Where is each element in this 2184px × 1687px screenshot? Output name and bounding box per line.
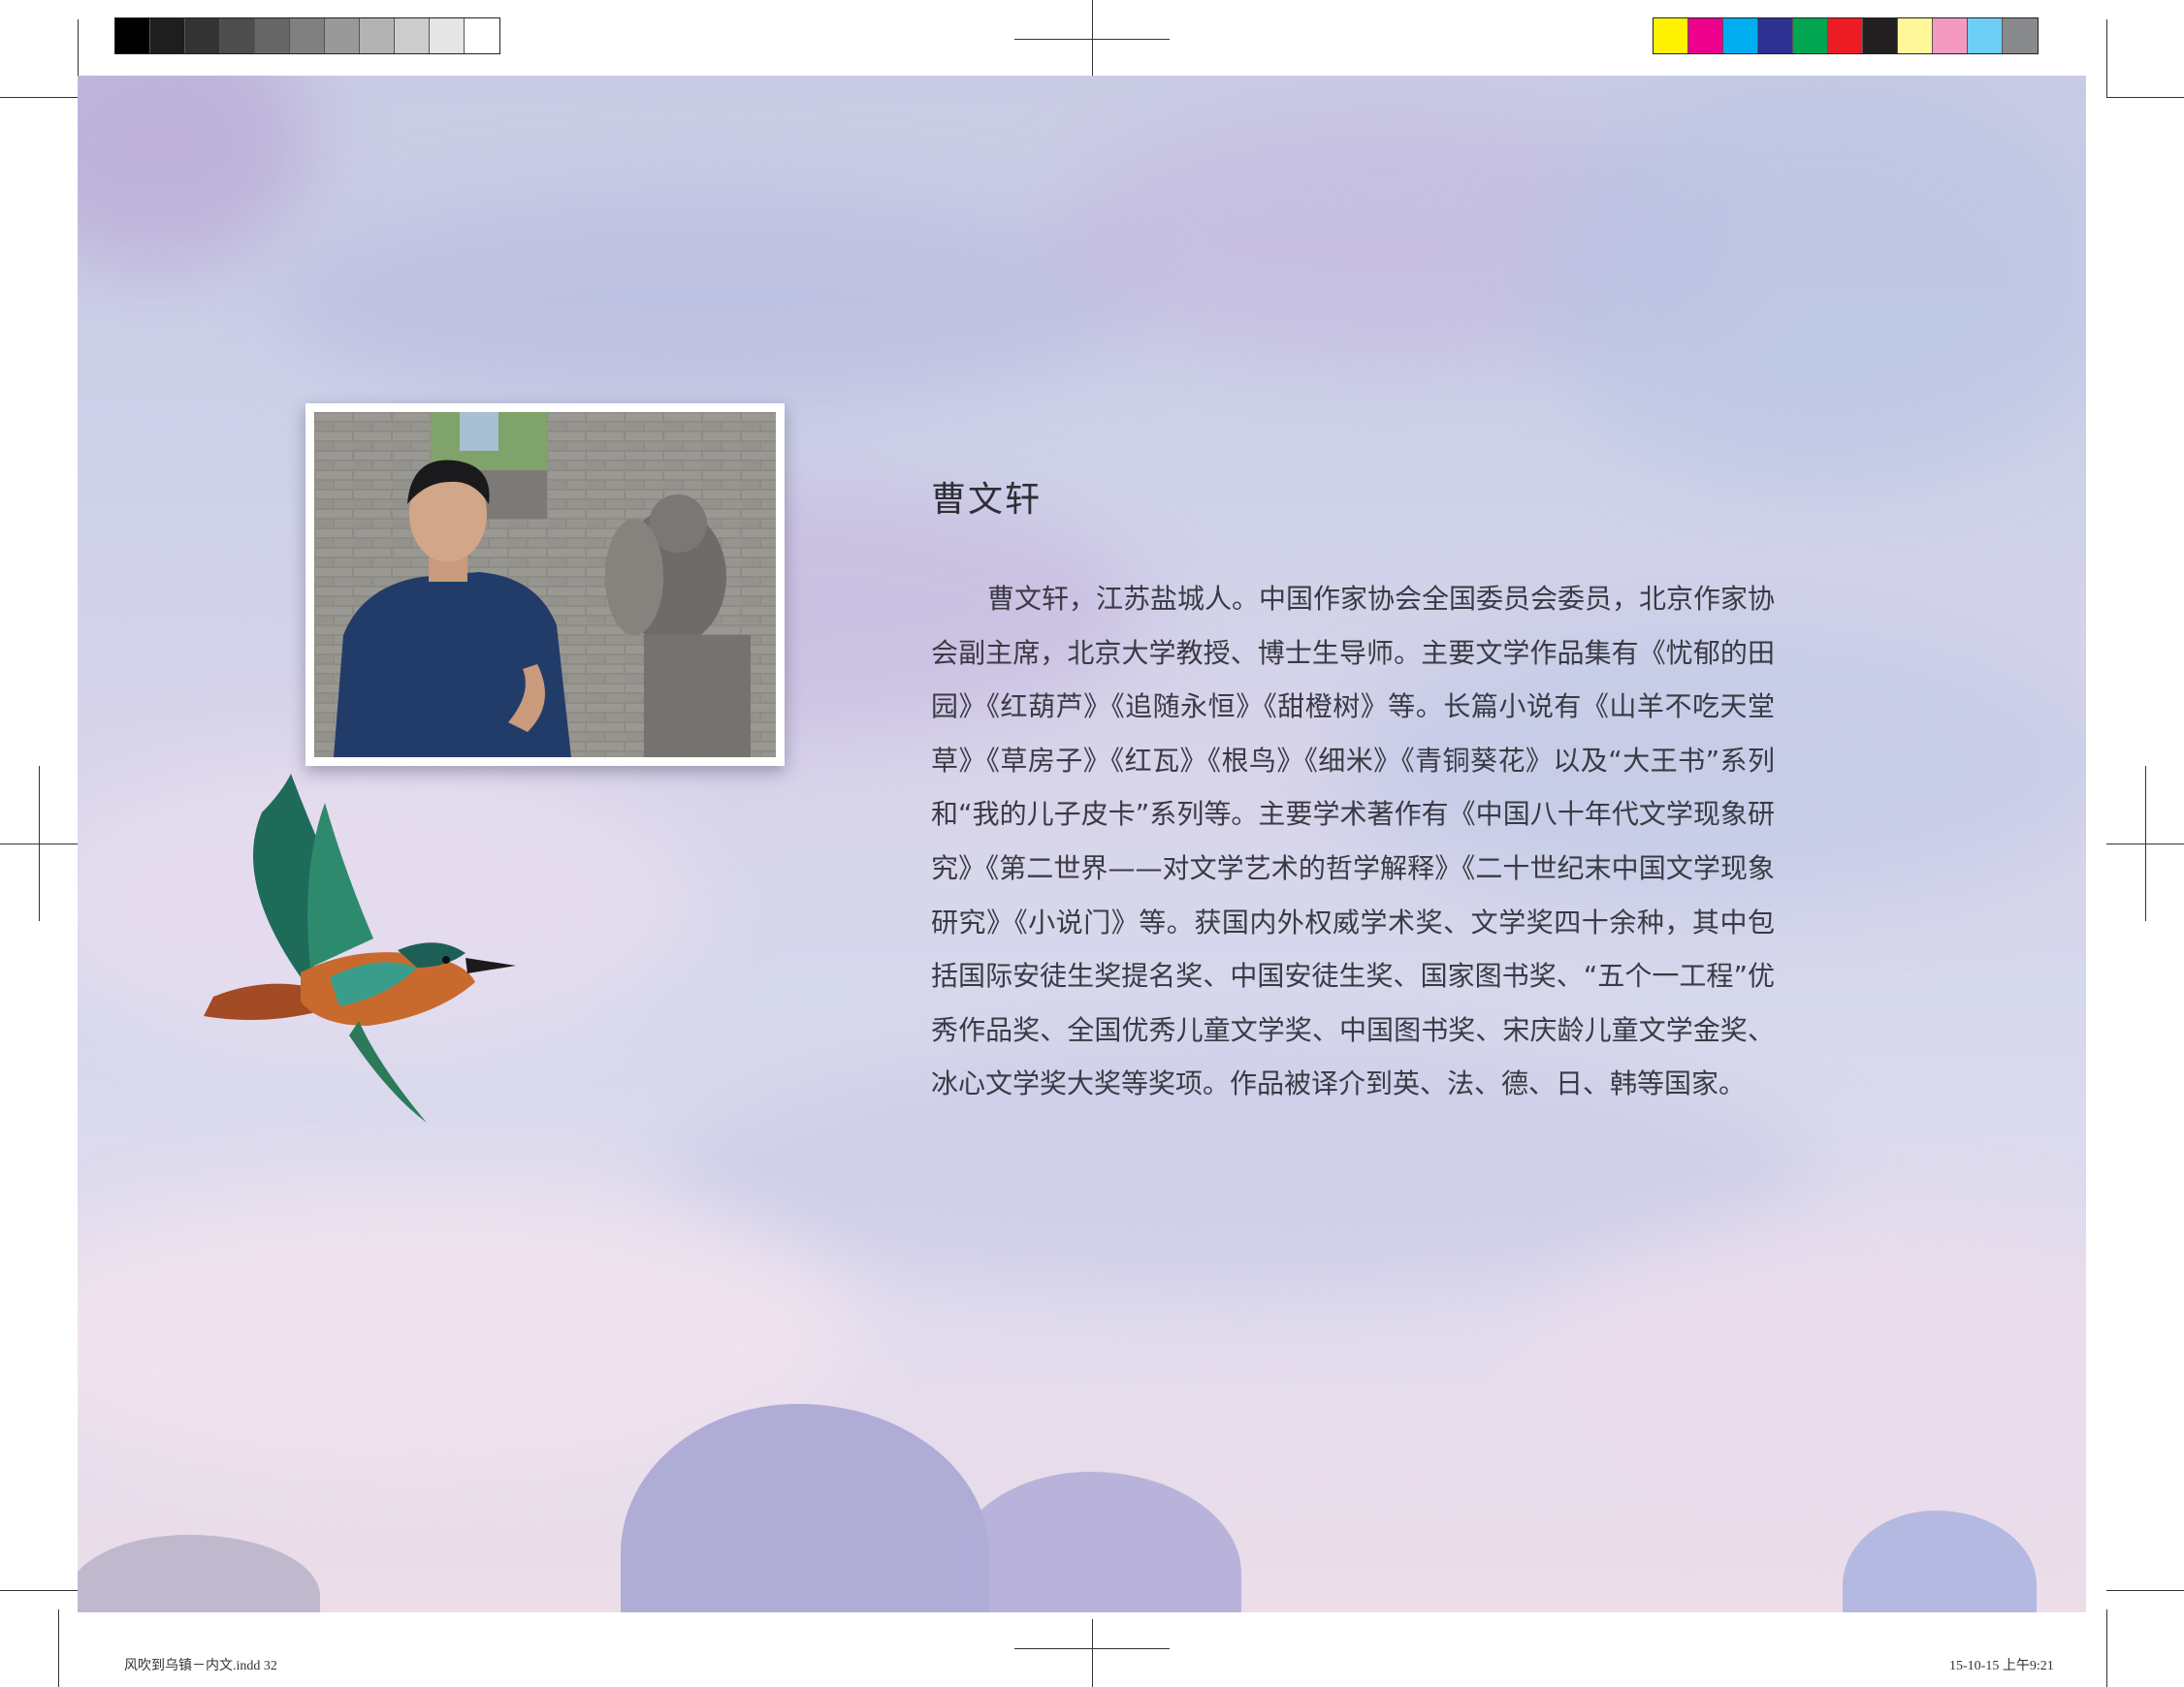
author-bio-paragraph: 曹文轩，江苏盐城人。中国作家协会全国委员会委员，北京作家协会副主席，北京大学教授… <box>931 583 1776 1100</box>
color-swatch <box>1898 18 1933 53</box>
crop-mark <box>58 1609 59 1687</box>
author-portrait-illustration <box>314 412 776 757</box>
watercolor-rock <box>950 1472 1241 1612</box>
crop-mark <box>2145 766 2146 921</box>
watercolor-cloud <box>272 192 1144 405</box>
timestamp-slug: 15-10-15 上午9:21 <box>1949 1659 2054 1673</box>
crop-mark <box>1014 39 1170 40</box>
kingfisher-bird-illustration <box>204 774 516 1123</box>
color-swatch <box>290 18 325 53</box>
crop-mark <box>39 766 40 921</box>
color-swatch <box>220 18 255 53</box>
color-swatch <box>255 18 290 53</box>
color-swatch-bar <box>1653 17 2039 54</box>
crop-mark <box>0 1590 78 1591</box>
color-swatch <box>1828 18 1863 53</box>
gray-swatch-bar <box>114 17 500 54</box>
color-swatch <box>360 18 395 53</box>
crop-mark <box>1014 1648 1170 1649</box>
color-swatch <box>1688 18 1723 53</box>
color-swatch <box>465 18 499 53</box>
crop-mark <box>0 97 78 98</box>
watercolor-cloud <box>78 76 310 270</box>
color-swatch <box>1968 18 2003 53</box>
color-swatch <box>395 18 430 53</box>
watercolor-cloud <box>1532 76 2086 483</box>
color-swatch <box>115 18 150 53</box>
crop-mark <box>2106 1590 2184 1591</box>
color-swatch <box>1654 18 1688 53</box>
color-swatch <box>150 18 185 53</box>
watercolor-rock <box>1843 1511 2037 1612</box>
file-info-slug: 风吹到乌镇－内文.indd 32 <box>124 1659 277 1673</box>
color-swatch <box>1723 18 1758 53</box>
crop-mark <box>2106 97 2184 98</box>
crop-mark <box>2106 1609 2107 1687</box>
color-swatch <box>1758 18 1793 53</box>
page-spread: 曹文轩 曹文轩，江苏盐城人。中国作家协会全国委员会委员，北京作家协会副主席，北京… <box>78 76 2086 1612</box>
color-swatch <box>2003 18 2038 53</box>
color-swatch <box>430 18 465 53</box>
author-photo-frame <box>305 403 785 766</box>
color-swatch <box>185 18 220 53</box>
color-swatch <box>1933 18 1968 53</box>
color-swatch <box>1863 18 1898 53</box>
color-swatch <box>325 18 360 53</box>
watercolor-rock <box>78 1535 320 1612</box>
crop-mark <box>2106 19 2107 97</box>
crop-mark <box>1092 1619 1093 1687</box>
color-swatch <box>1793 18 1828 53</box>
author-photo <box>314 412 776 757</box>
author-name-heading: 曹文轩 <box>931 480 1043 520</box>
